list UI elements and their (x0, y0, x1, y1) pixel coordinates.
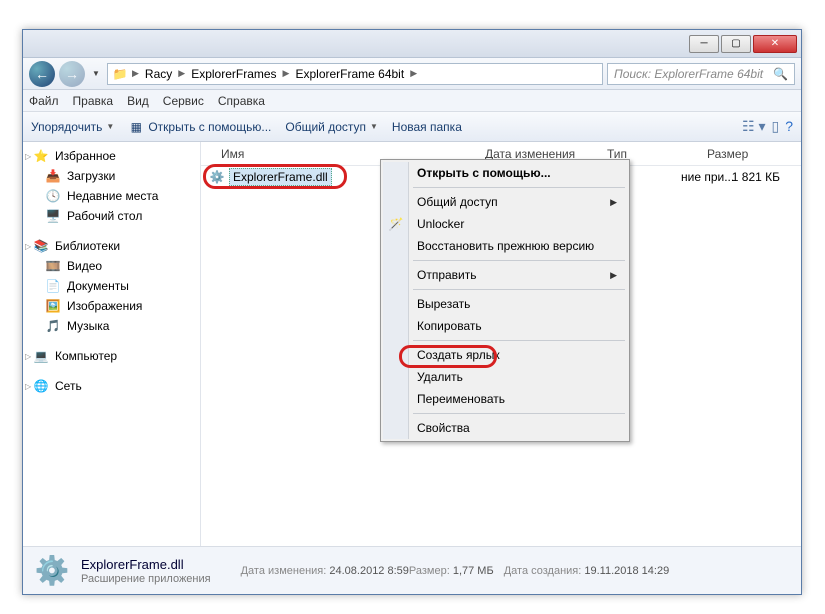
dll-icon: ⚙️ (33, 552, 71, 590)
ctx-copy[interactable]: Копировать (383, 315, 627, 337)
organize-button[interactable]: Упорядочить▼ (31, 120, 114, 134)
sidebar: ⭐Избранное 📥Загрузки 🕓Недавние места 🖥️Р… (23, 142, 201, 546)
file-name: ExplorerFrame.dll (229, 168, 332, 186)
download-icon: 📥 (45, 168, 61, 184)
titlebar: ─ ▢ ✕ (23, 30, 801, 58)
star-icon: ⭐ (33, 148, 49, 164)
menu-edit[interactable]: Правка (73, 94, 114, 108)
computer-icon: 💻 (33, 348, 49, 364)
video-icon: 🎞️ (45, 258, 61, 274)
preview-pane-button[interactable]: ▯ (771, 118, 779, 135)
dll-icon: ⚙️ (209, 169, 225, 185)
ctx-cut[interactable]: Вырезать (383, 293, 627, 315)
ctx-shortcut[interactable]: Создать ярлык (383, 344, 627, 366)
search-input[interactable]: Поиск: ExplorerFrame 64bit 🔍 (607, 63, 795, 85)
ctx-send[interactable]: Отправить▶ (383, 264, 627, 286)
breadcrumb-seg[interactable]: Racy (143, 67, 174, 81)
breadcrumb-seg[interactable]: ExplorerFrame 64bit (293, 67, 406, 81)
search-placeholder: Поиск: ExplorerFrame 64bit (614, 67, 763, 81)
music-icon: 🎵 (45, 318, 61, 334)
help-button[interactable]: ? (785, 118, 793, 135)
chevron-right-icon: ▶ (610, 270, 617, 281)
address-bar[interactable]: 📁 ▶ Racy ▶ ExplorerFrames ▶ ExplorerFram… (107, 63, 603, 85)
image-icon: 🖼️ (45, 298, 61, 314)
sidebar-music[interactable]: 🎵Музыка (23, 316, 200, 336)
openwith-button[interactable]: ▦Открыть с помощью... (128, 119, 271, 135)
chevron-right-icon: ▶ (610, 197, 617, 208)
sidebar-computer[interactable]: 💻Компьютер (23, 346, 200, 366)
menu-bar: Файл Правка Вид Сервис Справка (23, 90, 801, 112)
chevron-right-icon: ▶ (408, 68, 419, 79)
ctx-properties[interactable]: Свойства (383, 417, 627, 439)
share-button[interactable]: Общий доступ▼ (285, 120, 378, 134)
menu-file[interactable]: Файл (29, 94, 59, 108)
col-size[interactable]: Размер (701, 147, 801, 161)
details-pane: ⚙️ ExplorerFrame.dll Расширение приложен… (23, 546, 801, 594)
sidebar-recent[interactable]: 🕓Недавние места (23, 186, 200, 206)
chevron-down-icon: ▼ (370, 122, 378, 131)
ctx-rename[interactable]: Переименовать (383, 388, 627, 410)
network-icon: 🌐 (33, 378, 49, 394)
app-icon: ▦ (128, 119, 144, 135)
recent-icon: 🕓 (45, 188, 61, 204)
folder-icon: 📁 (112, 66, 128, 82)
context-menu: Открыть с помощью... Общий доступ▶ 🪄Unlo… (380, 159, 630, 442)
ctx-restore[interactable]: Восстановить прежнюю версию (383, 235, 627, 257)
chevron-down-icon: ▼ (106, 122, 114, 131)
ctx-unlocker[interactable]: 🪄Unlocker (383, 213, 627, 235)
sidebar-desktop[interactable]: 🖥️Рабочий стол (23, 206, 200, 226)
detail-filename: ExplorerFrame.dll (81, 557, 211, 572)
back-button[interactable]: ← (29, 61, 55, 87)
close-button[interactable]: ✕ (753, 35, 797, 53)
sidebar-favorites[interactable]: ⭐Избранное (23, 146, 200, 166)
chevron-right-icon: ▶ (281, 68, 292, 79)
toolbar: Упорядочить▼ ▦Открыть с помощью... Общий… (23, 112, 801, 142)
library-icon: 📚 (33, 238, 49, 254)
ctx-openwith[interactable]: Открыть с помощью... (383, 162, 627, 184)
sidebar-pictures[interactable]: 🖼️Изображения (23, 296, 200, 316)
wand-icon: 🪄 (388, 217, 404, 231)
nav-bar: ← → ▼ 📁 ▶ Racy ▶ ExplorerFrames ▶ Explor… (23, 58, 801, 90)
detail-filetype: Расширение приложения (81, 573, 211, 585)
sidebar-documents[interactable]: 📄Документы (23, 276, 200, 296)
maximize-button[interactable]: ▢ (721, 35, 751, 53)
ctx-delete[interactable]: Удалить (383, 366, 627, 388)
chevron-right-icon: ▶ (176, 68, 187, 79)
menu-help[interactable]: Справка (218, 94, 265, 108)
menu-view[interactable]: Вид (127, 94, 149, 108)
chevron-right-icon: ▶ (130, 68, 141, 79)
newfolder-button[interactable]: Новая папка (392, 120, 462, 134)
search-icon: 🔍 (773, 67, 788, 81)
breadcrumb-seg[interactable]: ExplorerFrames (189, 67, 278, 81)
sidebar-videos[interactable]: 🎞️Видео (23, 256, 200, 276)
minimize-button[interactable]: ─ (689, 35, 719, 53)
ctx-share[interactable]: Общий доступ▶ (383, 191, 627, 213)
forward-button[interactable]: → (59, 61, 85, 87)
sidebar-downloads[interactable]: 📥Загрузки (23, 166, 200, 186)
file-size: 1 821 КБ (701, 170, 801, 184)
view-buttons: ☷ ▾ ▯ ? (742, 118, 793, 135)
nav-history-dropdown[interactable]: ▼ (89, 64, 103, 84)
desktop-icon: 🖥️ (45, 208, 61, 224)
view-options-button[interactable]: ☷ ▾ (742, 118, 765, 135)
sidebar-libraries[interactable]: 📚Библиотеки (23, 236, 200, 256)
sidebar-network[interactable]: 🌐Сеть (23, 376, 200, 396)
menu-service[interactable]: Сервис (163, 94, 204, 108)
document-icon: 📄 (45, 278, 61, 294)
